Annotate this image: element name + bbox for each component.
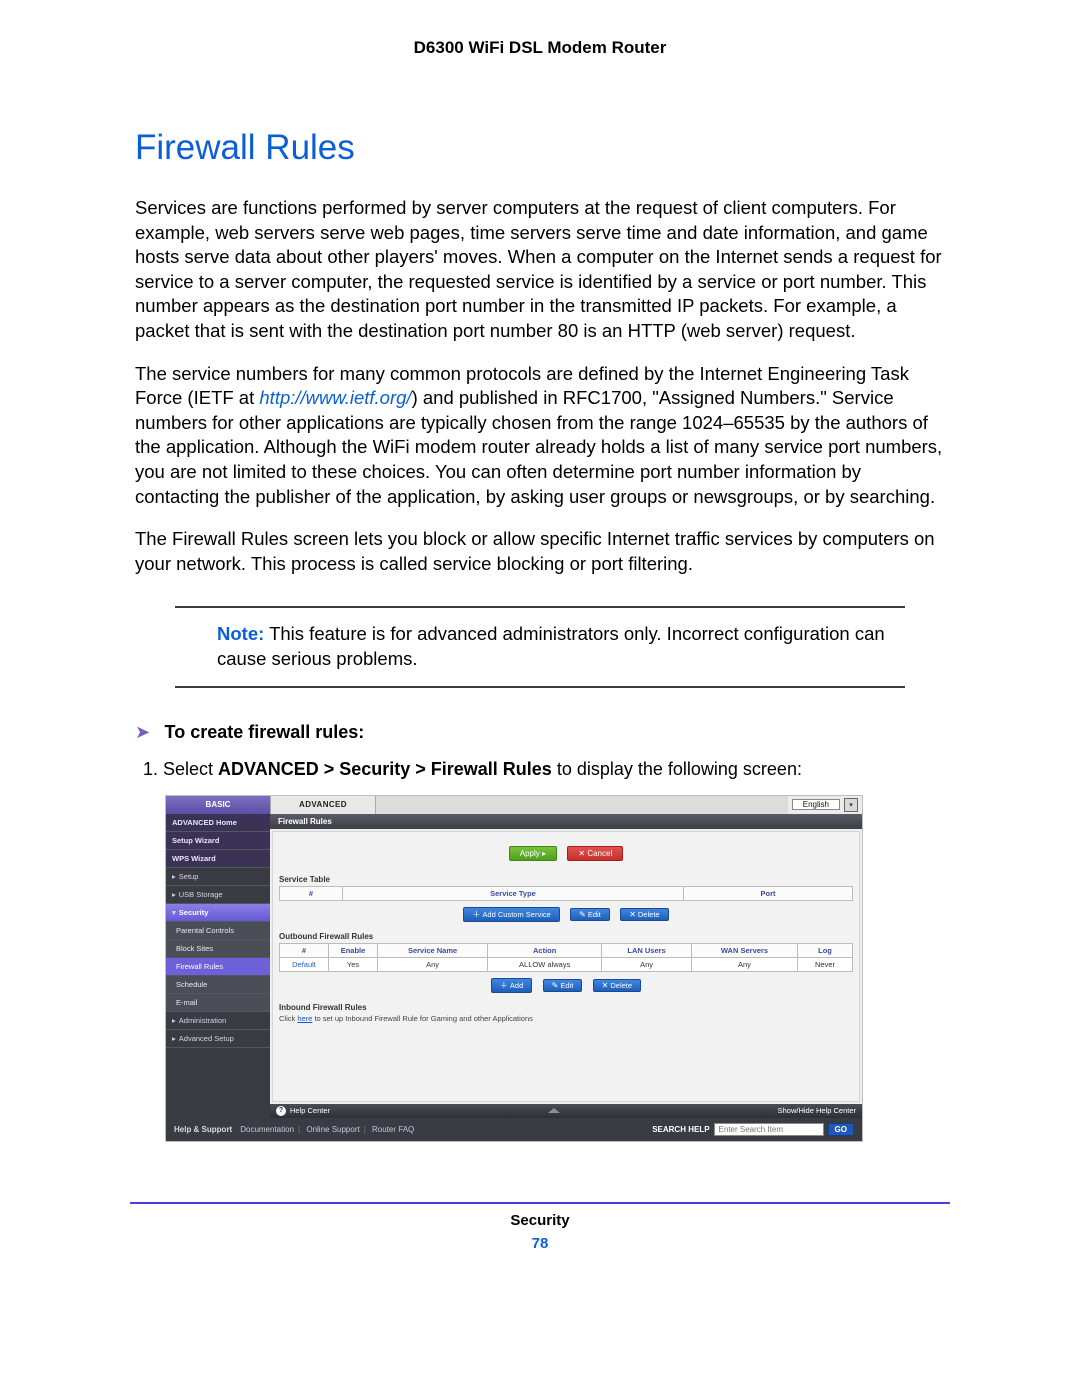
plus-icon: ＋ <box>500 981 508 990</box>
sidebar-item-admin[interactable]: ▸Administration <box>166 1012 270 1030</box>
chevron-up-icon <box>548 1108 560 1113</box>
chevron-right-icon: ➤ <box>135 722 150 743</box>
note-text: This feature is for advanced administrat… <box>217 623 885 669</box>
table-row[interactable]: Default Yes Any ALLOW always Any Any Nev… <box>280 957 853 971</box>
help-support-label: Help & Support <box>174 1125 232 1134</box>
out-enable: Yes <box>329 957 378 971</box>
outbound-title: Outbound Firewall Rules <box>279 932 853 941</box>
inbound-hint: Click here to set up Inbound Firewall Ru… <box>279 1014 853 1023</box>
col-type: Service Type <box>343 886 684 900</box>
sidebar-item-wps-wizard[interactable]: WPS Wizard <box>166 850 270 868</box>
product-name: D6300 WiFi DSL Modem Router <box>0 38 1080 58</box>
outbound-table: # Enable Service Name Action LAN Users W… <box>279 943 853 972</box>
para-2: The service numbers for many common prot… <box>135 362 945 510</box>
faq-link[interactable]: Router FAQ <box>372 1125 414 1134</box>
delete-rule-button[interactable]: ✕Delete <box>593 979 641 992</box>
tab-advanced[interactable]: ADVANCED <box>271 796 376 814</box>
out-wan: Any <box>691 957 797 971</box>
router-ui-screenshot: BASIC ADVANCED English ▾ ADVANCED Home S… <box>165 795 863 1142</box>
chevron-down-icon[interactable]: ▾ <box>844 798 858 812</box>
procedure-title: To create firewall rules: <box>165 722 365 742</box>
apply-button[interactable]: Apply ▸ <box>509 846 557 861</box>
step-1: Select ADVANCED > Security > Firewall Ru… <box>163 757 945 781</box>
edit-rule-button[interactable]: ✎Edit <box>543 979 583 992</box>
sidebar-item-firewall[interactable]: Firewall Rules <box>166 958 270 976</box>
help-icon: ? <box>276 1106 286 1116</box>
page-number: 78 <box>0 1235 1080 1252</box>
sidebar-item-usb[interactable]: ▸USB Storage <box>166 886 270 904</box>
service-table: # Service Type Port <box>279 886 853 901</box>
support-footer: Help & Support Documentation| Online Sup… <box>166 1118 862 1141</box>
out-log: Never <box>798 957 853 971</box>
edit-service-button[interactable]: ✎Edit <box>570 908 610 921</box>
out-col-wan: WAN Servers <box>691 943 797 957</box>
section-heading: Firewall Rules <box>135 128 945 168</box>
out-name: Any <box>378 957 488 971</box>
para-1: Services are functions performed by serv… <box>135 196 945 344</box>
service-table-title: Service Table <box>279 875 853 884</box>
x-icon: ✕ <box>629 910 636 919</box>
sidebar-item-email[interactable]: E-mail <box>166 994 270 1012</box>
out-col-lan: LAN Users <box>602 943 692 957</box>
ietf-link[interactable]: http://www.ietf.org/ <box>259 387 411 408</box>
sidebar-item-setup-wizard[interactable]: Setup Wizard <box>166 832 270 850</box>
sidebar: ADVANCED Home Setup Wizard WPS Wizard ▸S… <box>166 814 270 1118</box>
cancel-button[interactable]: ✕ Cancel <box>567 846 623 861</box>
note-label: Note: <box>217 623 264 644</box>
out-col-num: # <box>280 943 329 957</box>
para-3: The Firewall Rules screen lets you block… <box>135 527 945 576</box>
search-label: SEARCH HELP <box>652 1125 709 1134</box>
tab-basic[interactable]: BASIC <box>166 796 271 814</box>
out-col-action: Action <box>488 943 602 957</box>
step1-c: to display the following screen: <box>552 759 802 779</box>
inbound-title: Inbound Firewall Rules <box>279 1003 853 1012</box>
sidebar-item-setup[interactable]: ▸Setup <box>166 868 270 886</box>
search-input[interactable] <box>714 1123 824 1136</box>
note-box: Note: This feature is for advanced admin… <box>175 606 905 687</box>
out-lan: Any <box>602 957 692 971</box>
go-button[interactable]: GO <box>828 1123 854 1136</box>
sidebar-item-parental[interactable]: Parental Controls <box>166 922 270 940</box>
plus-icon: ＋ <box>472 910 480 919</box>
pencil-icon: ✎ <box>579 910 586 919</box>
step1-a: Select <box>163 759 218 779</box>
sidebar-item-block-sites[interactable]: Block Sites <box>166 940 270 958</box>
out-action: ALLOW always <box>488 957 602 971</box>
language-selector[interactable]: English ▾ <box>788 796 862 814</box>
out-col-name: Service Name <box>378 943 488 957</box>
sidebar-item-schedule[interactable]: Schedule <box>166 976 270 994</box>
out-col-log: Log <box>798 943 853 957</box>
delete-service-button[interactable]: ✕Delete <box>620 908 668 921</box>
language-value: English <box>792 799 840 810</box>
step1-path: ADVANCED > Security > Firewall Rules <box>218 759 552 779</box>
inbound-here-link[interactable]: here <box>297 1014 312 1023</box>
sidebar-item-home[interactable]: ADVANCED Home <box>166 814 270 832</box>
chapter-name: Security <box>0 1212 1080 1229</box>
col-num: # <box>280 886 343 900</box>
sidebar-item-security[interactable]: ▾Security <box>166 904 270 922</box>
out-col-enable: Enable <box>329 943 378 957</box>
add-rule-button[interactable]: ＋Add <box>491 978 532 993</box>
sidebar-item-adv-setup[interactable]: ▸Advanced Setup <box>166 1030 270 1048</box>
col-port: Port <box>684 886 853 900</box>
out-num: Default <box>280 957 329 971</box>
help-toggle[interactable]: Show/Hide Help Center <box>778 1106 856 1115</box>
x-icon: ✕ <box>602 981 609 990</box>
panel-title: Firewall Rules <box>270 814 862 829</box>
doc-link[interactable]: Documentation <box>240 1125 294 1134</box>
add-custom-service-button[interactable]: ＋Add Custom Service <box>463 907 559 922</box>
online-support-link[interactable]: Online Support <box>306 1125 359 1134</box>
pencil-icon: ✎ <box>552 981 559 990</box>
help-center-label: Help Center <box>290 1106 330 1115</box>
help-center-bar[interactable]: ? Help Center Show/Hide Help Center <box>270 1104 862 1118</box>
